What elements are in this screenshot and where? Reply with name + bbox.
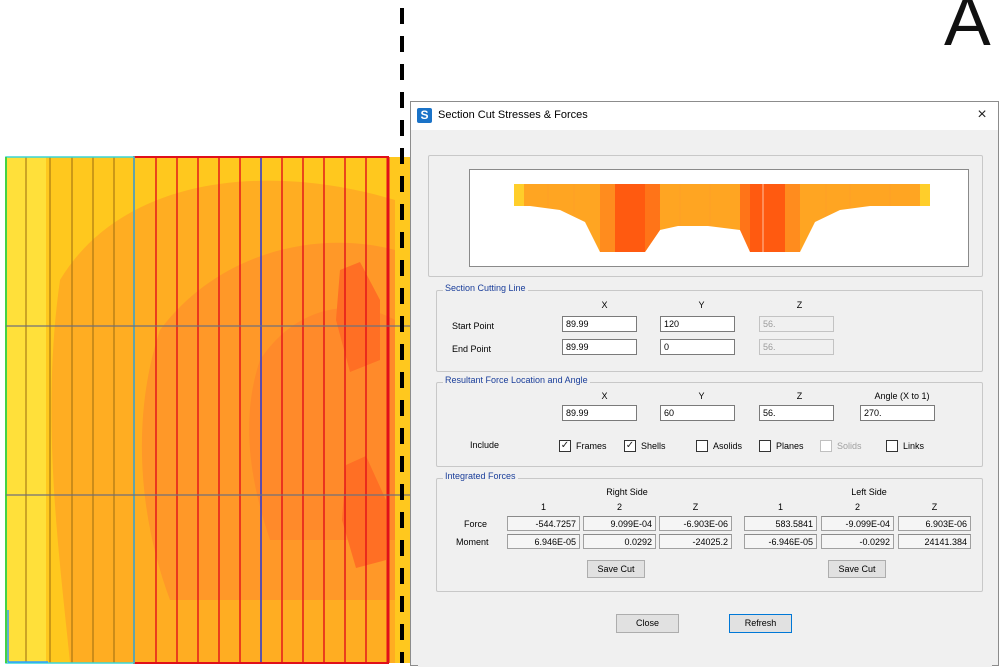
frames-label: Frames (576, 441, 607, 451)
close-icon[interactable]: × (966, 102, 998, 130)
col-header-left-1: 1 (777, 502, 783, 512)
asolids-checkbox[interactable] (696, 440, 708, 452)
start-y-field[interactable]: 120 (660, 316, 735, 332)
asolids-label: Asolids (713, 441, 743, 451)
integrated-forces-group: Integrated Forces Right Side Left Side 1… (436, 471, 983, 592)
app-icon: S (417, 108, 432, 123)
resultant-force-group: Resultant Force Location and Angle X Y Z… (436, 375, 983, 467)
close-button[interactable]: Close (616, 614, 679, 633)
res-header-angle: Angle (X to 1) (874, 391, 930, 401)
col-header-x: X (601, 300, 608, 310)
section-cutting-line-group: Section Cutting Line X Y Z Start Point 8… (436, 283, 983, 372)
moment-right-2: 0.0292 (583, 534, 656, 549)
start-point-label: Start Point (452, 321, 495, 331)
end-z-field: 56. (759, 339, 834, 355)
col-header-left-2: 2 (854, 502, 860, 512)
end-y-field[interactable]: 0 (660, 339, 735, 355)
force-left-1: 583.5841 (744, 516, 817, 531)
resultant-force-title: Resultant Force Location and Angle (443, 375, 590, 385)
col-header-y: Y (698, 300, 705, 310)
res-header-x: X (601, 391, 608, 401)
section-cutting-line-title: Section Cutting Line (443, 283, 528, 293)
res-header-z: Z (796, 391, 803, 401)
resultant-y-field[interactable]: 60 (660, 405, 735, 421)
section-stress-diagram (514, 184, 930, 252)
section-diagram-preview (469, 169, 969, 267)
title-bar[interactable]: S Section Cut Stresses & Forces × (411, 102, 998, 130)
moment-left-z: 24141.384 (898, 534, 971, 549)
resultant-z-field[interactable]: 56. (759, 405, 834, 421)
solids-checkbox (820, 440, 832, 452)
planes-checkbox[interactable] (759, 440, 771, 452)
moment-right-1: 6.946E-05 (507, 534, 580, 549)
save-cut-right-button[interactable]: Save Cut (587, 560, 645, 578)
start-z-field: 56. (759, 316, 834, 332)
background-letter: A (944, 0, 991, 60)
resultant-angle-field[interactable]: 270. (860, 405, 935, 421)
preview-group (428, 155, 983, 277)
col-header-right-1: 1 (540, 502, 546, 512)
shells-label: Shells (641, 441, 666, 451)
force-right-1: -544.7257 (507, 516, 580, 531)
moment-label: Moment (456, 537, 489, 547)
end-point-label: End Point (452, 344, 492, 354)
frames-checkbox[interactable]: ✓ (559, 440, 571, 452)
save-cut-left-button[interactable]: Save Cut (828, 560, 886, 578)
res-header-y: Y (698, 391, 705, 401)
solids-label: Solids (837, 441, 862, 451)
start-x-field[interactable]: 89.99 (562, 316, 637, 332)
moment-left-1: -6.946E-05 (744, 534, 817, 549)
shells-checkbox[interactable]: ✓ (624, 440, 636, 452)
planes-label: Planes (776, 441, 804, 451)
force-left-2: -9.099E-04 (821, 516, 894, 531)
include-label: Include (470, 440, 500, 450)
col-header-right-2: 2 (616, 502, 622, 512)
section-cut-dialog: S Section Cut Stresses & Forces × Sectio… (410, 101, 999, 667)
moment-right-z: -24025.2 (659, 534, 732, 549)
force-right-2: 9.099E-04 (583, 516, 656, 531)
resultant-x-field[interactable]: 89.99 (562, 405, 637, 421)
moment-left-2: -0.0292 (821, 534, 894, 549)
col-header-left-z: Z (931, 502, 938, 512)
links-label: Links (903, 441, 925, 451)
force-left-z: 6.903E-06 (898, 516, 971, 531)
integrated-forces-title: Integrated Forces (443, 471, 518, 481)
links-checkbox[interactable] (886, 440, 898, 452)
refresh-button[interactable]: Refresh (729, 614, 792, 633)
dialog-content: Section Cutting Line X Y Z Start Point 8… (418, 135, 992, 667)
force-label: Force (464, 519, 488, 529)
end-x-field[interactable]: 89.99 (562, 339, 637, 355)
right-side-header: Right Side (606, 487, 648, 497)
force-right-z: -6.903E-06 (659, 516, 732, 531)
dialog-title: Section Cut Stresses & Forces (438, 109, 588, 121)
col-header-right-z: Z (692, 502, 699, 512)
left-side-header: Left Side (851, 487, 887, 497)
col-header-z: Z (796, 300, 803, 310)
